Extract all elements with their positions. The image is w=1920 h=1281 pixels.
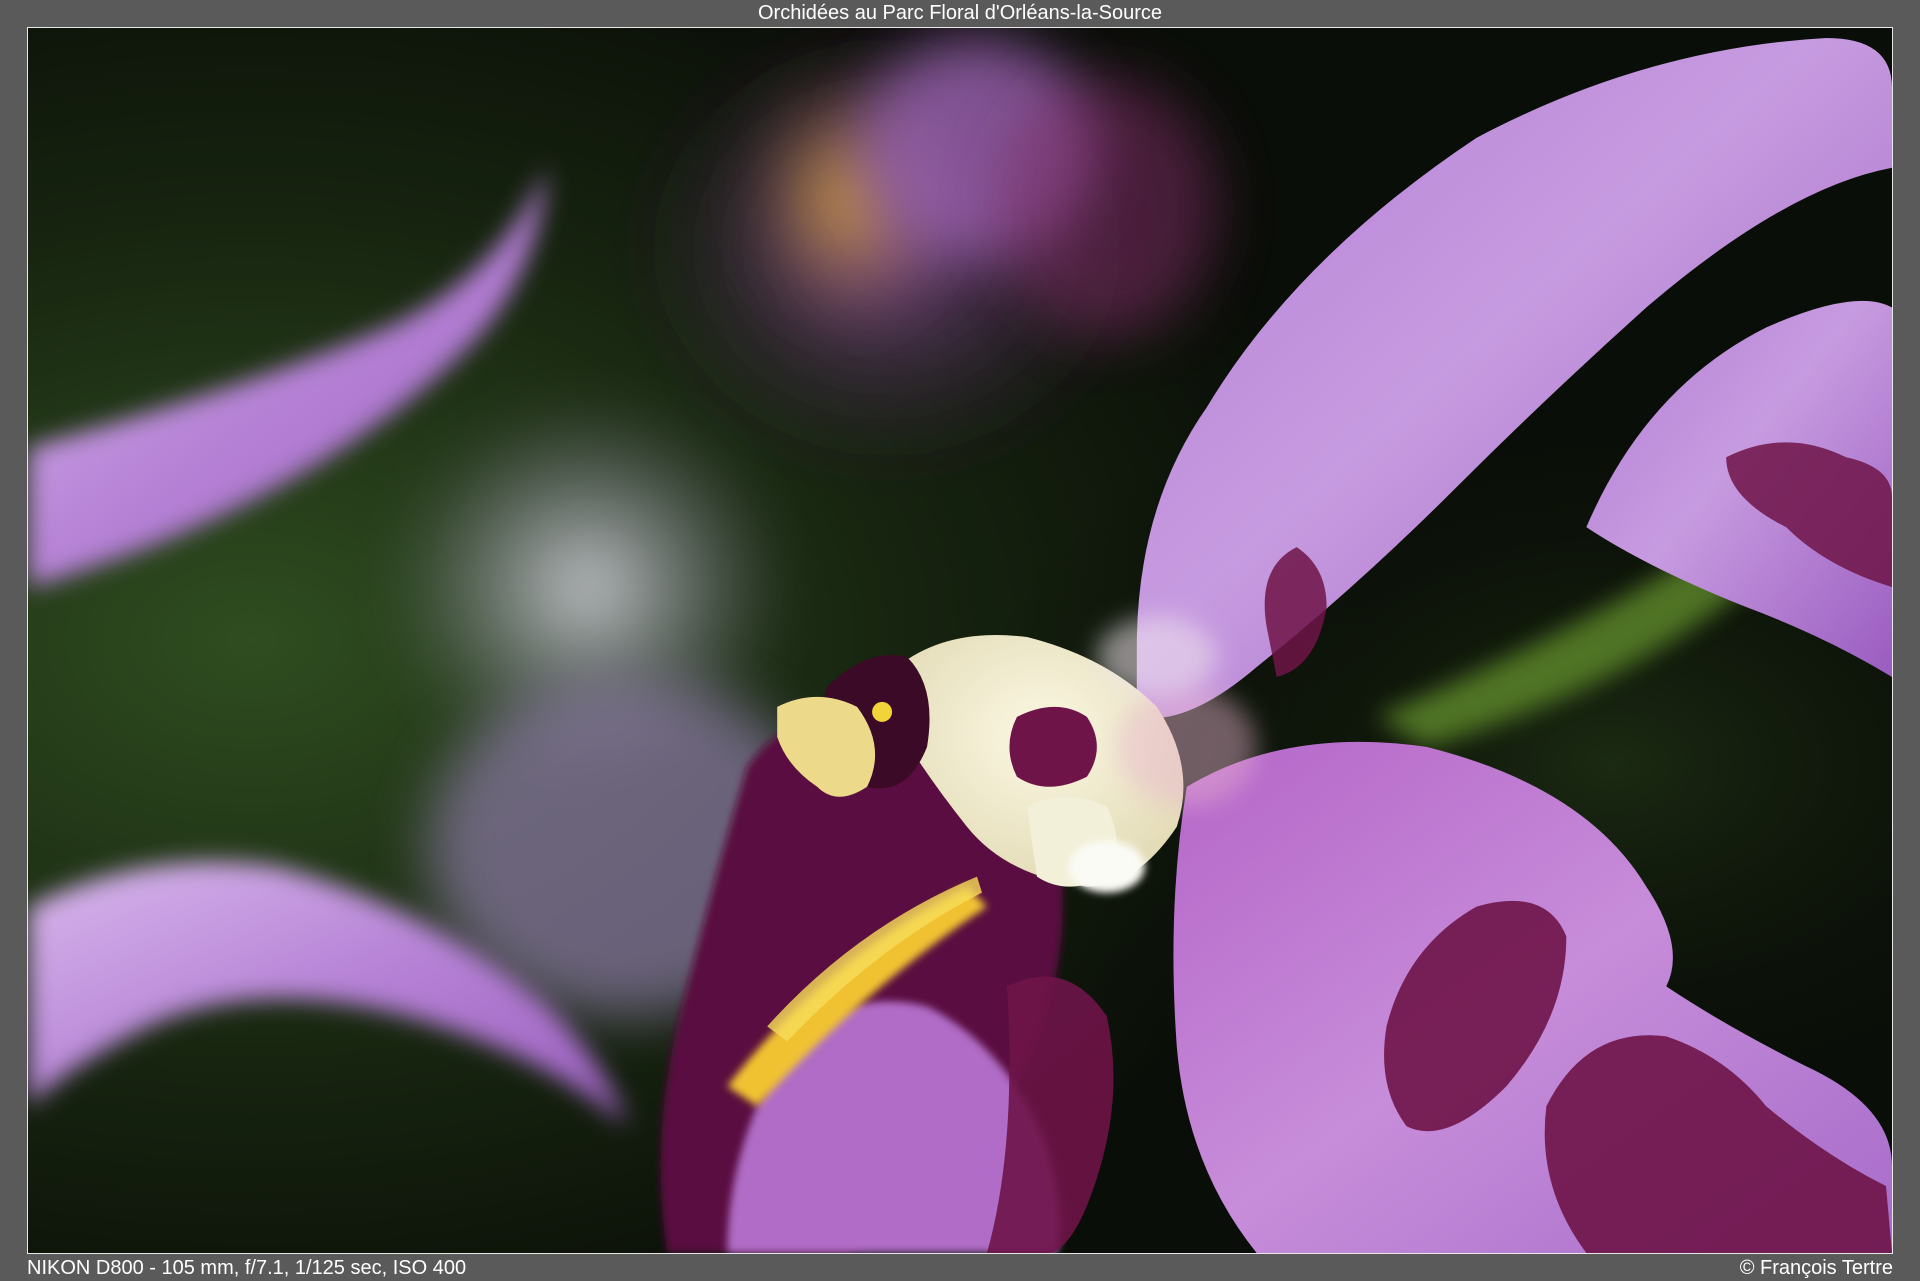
white-bead [1068, 840, 1145, 893]
pollen-dot [872, 701, 893, 722]
orchid-image [28, 28, 1892, 1253]
caption-bar: NIKON D800 - 105 mm, f/7.1, 1/125 sec, I… [0, 1254, 1920, 1281]
camera-info: NIKON D800 - 105 mm, f/7.1, 1/125 sec, I… [27, 1257, 467, 1279]
copyright-notice: © François Tertre [1739, 1257, 1893, 1279]
column-spot [1009, 706, 1097, 787]
photo-frame: Orchidées au Parc Floral d'Orléans-la-So… [0, 0, 1920, 1281]
orchid-photo [27, 27, 1893, 1254]
photo-title: Orchidées au Parc Floral d'Orléans-la-So… [758, 2, 1162, 24]
